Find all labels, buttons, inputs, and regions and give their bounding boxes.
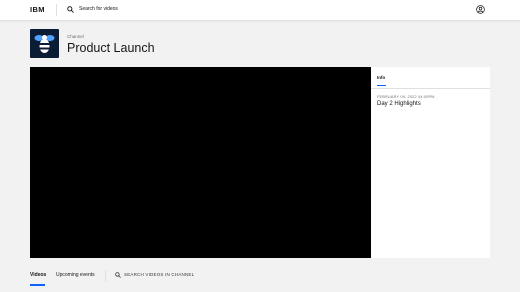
tab-videos[interactable]: Videos bbox=[30, 272, 46, 278]
channel-logo bbox=[30, 29, 59, 58]
info-tab-indicator bbox=[377, 85, 386, 86]
user-avatar-icon[interactable] bbox=[476, 5, 485, 14]
header-divider bbox=[56, 4, 57, 16]
channel-title: Product Launch bbox=[67, 41, 155, 55]
video-title: Day 2 Highlights bbox=[377, 101, 421, 107]
search-channel-button[interactable]: SEARCH VIDEOS IN CHANNEL bbox=[124, 272, 194, 277]
channel-eyebrow-label: Channel bbox=[67, 34, 84, 39]
info-divider bbox=[371, 88, 490, 89]
top-navigation-bar: IBM Search for videos bbox=[0, 0, 520, 20]
ibm-logo[interactable]: IBM bbox=[30, 5, 45, 14]
search-input[interactable]: Search for videos bbox=[79, 6, 118, 12]
tab-info[interactable]: Info bbox=[377, 75, 385, 80]
tabs-divider bbox=[105, 270, 106, 282]
bee-logo-icon bbox=[34, 35, 55, 53]
video-player[interactable] bbox=[30, 67, 371, 258]
search-icon[interactable] bbox=[67, 6, 74, 13]
video-date: FEBRUARY 09, 2022 04:00PM bbox=[377, 95, 435, 99]
videos-tab-indicator bbox=[30, 284, 45, 286]
search-icon[interactable] bbox=[115, 272, 121, 278]
tab-upcoming-events[interactable]: Upcoming events bbox=[56, 272, 95, 278]
info-panel: Info FEBRUARY 09, 2022 04:00PM Day 2 Hig… bbox=[371, 67, 490, 258]
